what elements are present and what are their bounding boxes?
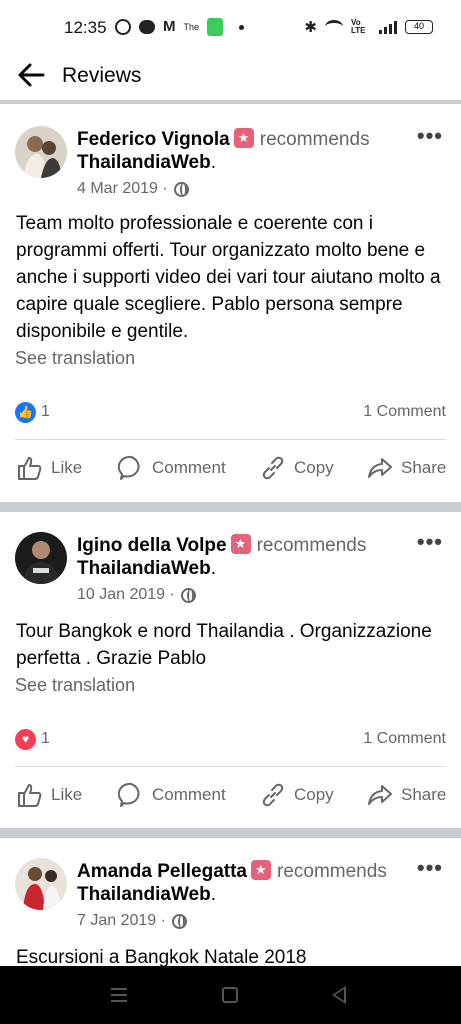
- review-post: Federico Vignola recommends ThailandiaWeb…: [0, 104, 461, 502]
- post-date[interactable]: 7 Jan 2019 ·: [77, 912, 166, 930]
- divider: [15, 439, 446, 440]
- gmail-icon: M: [163, 18, 176, 35]
- like-button[interactable]: Like: [17, 775, 82, 815]
- green-app-icon: [207, 18, 224, 36]
- post-meta: 10 Jan 2019 ·: [77, 586, 196, 604]
- reaction-count[interactable]: 1: [41, 730, 50, 748]
- reaction-count[interactable]: 1: [41, 403, 50, 421]
- page-name[interactable]: ThailandiaWeb: [77, 558, 211, 579]
- share-button[interactable]: Share: [367, 775, 446, 815]
- copy-button[interactable]: Copy: [260, 448, 334, 488]
- see-translation-link[interactable]: See translation: [15, 675, 135, 696]
- page-name[interactable]: ThailandiaWeb: [77, 152, 211, 173]
- news-app-icon: The: [183, 22, 200, 32]
- post-separator: [0, 502, 461, 512]
- author-name[interactable]: Amanda Pellegatta: [77, 861, 247, 882]
- share-icon: [368, 785, 392, 805]
- share-icon: [368, 458, 392, 478]
- recommends-label: recommends: [277, 861, 387, 882]
- link-icon: [262, 456, 284, 480]
- like-button[interactable]: Like: [17, 448, 82, 488]
- divider: [15, 766, 446, 767]
- signal-icon: [379, 20, 397, 34]
- like-reaction-icon[interactable]: 👍: [15, 402, 36, 423]
- page-title: Reviews: [62, 64, 142, 87]
- reactions-row: ♥ 1 1 Comment: [15, 729, 446, 753]
- status-bar: 12:35 M The ✱ Vo LTE 40: [0, 0, 461, 56]
- app-header: Reviews: [0, 56, 461, 100]
- comment-icon: [118, 782, 140, 807]
- globe-icon: [171, 913, 187, 929]
- system-nav-bar: [0, 966, 461, 1024]
- comment-count[interactable]: 1 Comment: [363, 730, 446, 748]
- copy-button[interactable]: Copy: [260, 775, 334, 815]
- thumbs-up-icon: [18, 784, 42, 807]
- review-header: Amanda Pellegatta recommends ThailandiaWe…: [77, 860, 407, 906]
- comment-icon: [118, 455, 140, 480]
- more-options-button[interactable]: •••: [417, 857, 443, 879]
- avatar[interactable]: [15, 858, 67, 910]
- page-name[interactable]: ThailandiaWeb: [77, 884, 211, 905]
- more-options-button[interactable]: •••: [417, 125, 443, 147]
- wifi-icon: [325, 20, 343, 34]
- review-post: Amanda Pellegatta recommends ThailandiaWe…: [0, 838, 461, 966]
- comment-button[interactable]: Comment: [118, 448, 226, 488]
- more-options-button[interactable]: •••: [417, 531, 443, 553]
- comment-label: Comment: [152, 458, 226, 477]
- review-header: Federico Vignola recommends ThailandiaWeb…: [77, 128, 407, 174]
- post-date[interactable]: 4 Mar 2019 ·: [77, 180, 168, 198]
- copy-label: Copy: [294, 785, 334, 804]
- like-label: Like: [51, 458, 83, 477]
- action-bar: Like Comment Copy Share: [0, 775, 461, 815]
- thumbs-up-icon: [18, 457, 42, 480]
- bluetooth-icon: ✱: [304, 19, 317, 36]
- volte-icon: Vo LTE: [351, 18, 366, 35]
- copy-label: Copy: [294, 458, 334, 477]
- post-separator: [0, 828, 461, 838]
- comment-count[interactable]: 1 Comment: [363, 403, 446, 421]
- love-reaction-icon[interactable]: ♥: [15, 729, 36, 750]
- globe-icon: [180, 587, 196, 603]
- share-label: Share: [401, 458, 447, 477]
- action-bar: Like Comment Copy Share: [0, 448, 461, 488]
- comment-label: Comment: [152, 785, 226, 804]
- home-icon[interactable]: [222, 987, 238, 1003]
- author-name[interactable]: Federico Vignola: [77, 129, 230, 150]
- back-button[interactable]: [16, 60, 46, 90]
- back-arrow-icon: [18, 63, 45, 87]
- recommend-icon: [230, 534, 251, 554]
- like-label: Like: [51, 785, 83, 804]
- review-text: Tour Bangkok e nord Thailandia . Organiz…: [16, 621, 432, 669]
- post-date[interactable]: 10 Jan 2019 ·: [77, 586, 175, 604]
- see-translation-link[interactable]: See translation: [15, 348, 135, 369]
- post-meta: 4 Mar 2019 ·: [77, 180, 189, 198]
- more-notifications-dot-icon: [239, 24, 245, 30]
- status-time: 12:35: [64, 18, 107, 37]
- review-text: Team molto professionale e coerente con …: [16, 213, 441, 342]
- recommends-label: recommends: [259, 129, 370, 150]
- share-label: Share: [401, 785, 447, 804]
- review-post: Igino della Volpe recommends ThailandiaWe…: [0, 512, 461, 828]
- line-app-icon: [139, 20, 155, 34]
- recommend-icon: [233, 128, 254, 148]
- recent-apps-icon[interactable]: [111, 988, 127, 1002]
- battery-icon: 40: [405, 20, 433, 34]
- comment-button[interactable]: Comment: [118, 775, 226, 815]
- back-triangle-icon[interactable]: [332, 986, 346, 1004]
- recommend-icon: [251, 860, 271, 880]
- link-icon: [262, 783, 284, 807]
- avatar[interactable]: [15, 532, 67, 584]
- author-name[interactable]: Igino della Volpe: [77, 535, 227, 556]
- recommends-label: recommends: [256, 535, 367, 556]
- share-button[interactable]: Share: [367, 448, 446, 488]
- reactions-row: 👍 1 1 Comment: [15, 402, 446, 426]
- notification-app-icon: [115, 19, 131, 35]
- system-icons: ✱ Vo LTE 40: [304, 18, 433, 36]
- notification-icons: M The: [115, 18, 245, 36]
- review-header: Igino della Volpe recommends ThailandiaWe…: [77, 534, 407, 580]
- post-meta: 7 Jan 2019 ·: [77, 912, 187, 930]
- globe-icon: [173, 181, 189, 197]
- avatar[interactable]: [15, 126, 67, 178]
- review-text: Escursioni a Bangkok Natale 2018: [16, 947, 307, 966]
